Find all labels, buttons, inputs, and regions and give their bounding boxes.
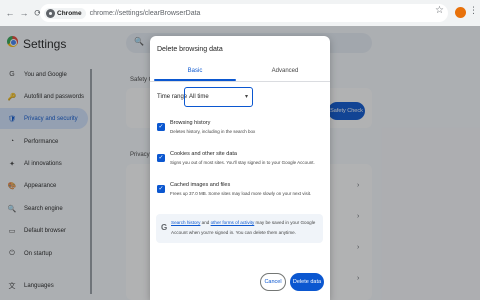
option-title: Browsing history: [170, 120, 211, 126]
time-range-value: All time: [189, 94, 209, 100]
tab-divider: [150, 81, 330, 82]
chrome-icon: [46, 8, 55, 18]
other-activity-link[interactable]: other forms of activity: [211, 220, 255, 225]
back-icon[interactable]: ←: [4, 5, 16, 21]
tab-advanced[interactable]: Advanced: [240, 64, 330, 80]
info-text: and: [200, 220, 211, 225]
time-range-select[interactable]: All time ▾: [184, 87, 253, 107]
info-line-1: Search history and other forms of activi…: [171, 220, 315, 225]
tab-basic[interactable]: Basic: [150, 64, 240, 80]
time-range-label: Time range: [157, 94, 188, 100]
option-description: Signs you out of most sites. You'll stay…: [170, 160, 315, 165]
forward-icon[interactable]: →: [18, 5, 30, 21]
chevron-down-icon: ▾: [244, 94, 248, 100]
option-description: Deletes history, including in the search…: [170, 129, 256, 134]
checkbox-browsing-history[interactable]: ✓: [157, 123, 165, 131]
site-info-chip[interactable]: Chrome: [44, 7, 86, 19]
info-text: may be saved in your Google: [254, 220, 316, 225]
delete-data-button[interactable]: Delete data: [290, 273, 324, 291]
bookmark-star-icon[interactable]: ☆: [435, 5, 444, 16]
info-line-2: Account when you're signed in. You can d…: [171, 230, 296, 235]
checkbox-cookies[interactable]: ✓: [157, 154, 165, 162]
dialog-title: Delete browsing data: [157, 46, 223, 53]
option-title: Cached images and files: [170, 182, 231, 188]
google-activity-info-box: G Search history and other forms of acti…: [156, 214, 323, 243]
url-text[interactable]: chrome://settings/clearBrowserData: [90, 10, 201, 17]
browser-toolbar: ← → ⟳ Chrome chrome://settings/clearBrow…: [0, 0, 480, 26]
google-icon: G: [161, 223, 168, 232]
cancel-button[interactable]: Cancel: [260, 273, 286, 291]
profile-avatar[interactable]: [455, 7, 466, 18]
option-description: Frees up 37.0 MB. Some sites may load mo…: [170, 191, 312, 196]
checkbox-cached-images[interactable]: ✓: [157, 185, 165, 193]
delete-browsing-data-dialog: Delete browsing data Basic Advanced Time…: [150, 36, 330, 300]
search-history-link[interactable]: Search history: [171, 220, 200, 225]
option-title: Cookies and other site data: [170, 151, 237, 157]
chip-label: Chrome: [57, 9, 82, 17]
address-bar[interactable]: Chrome chrome://settings/clearBrowserDat…: [40, 4, 448, 22]
kebab-menu-icon[interactable]: ⋮: [469, 6, 478, 15]
